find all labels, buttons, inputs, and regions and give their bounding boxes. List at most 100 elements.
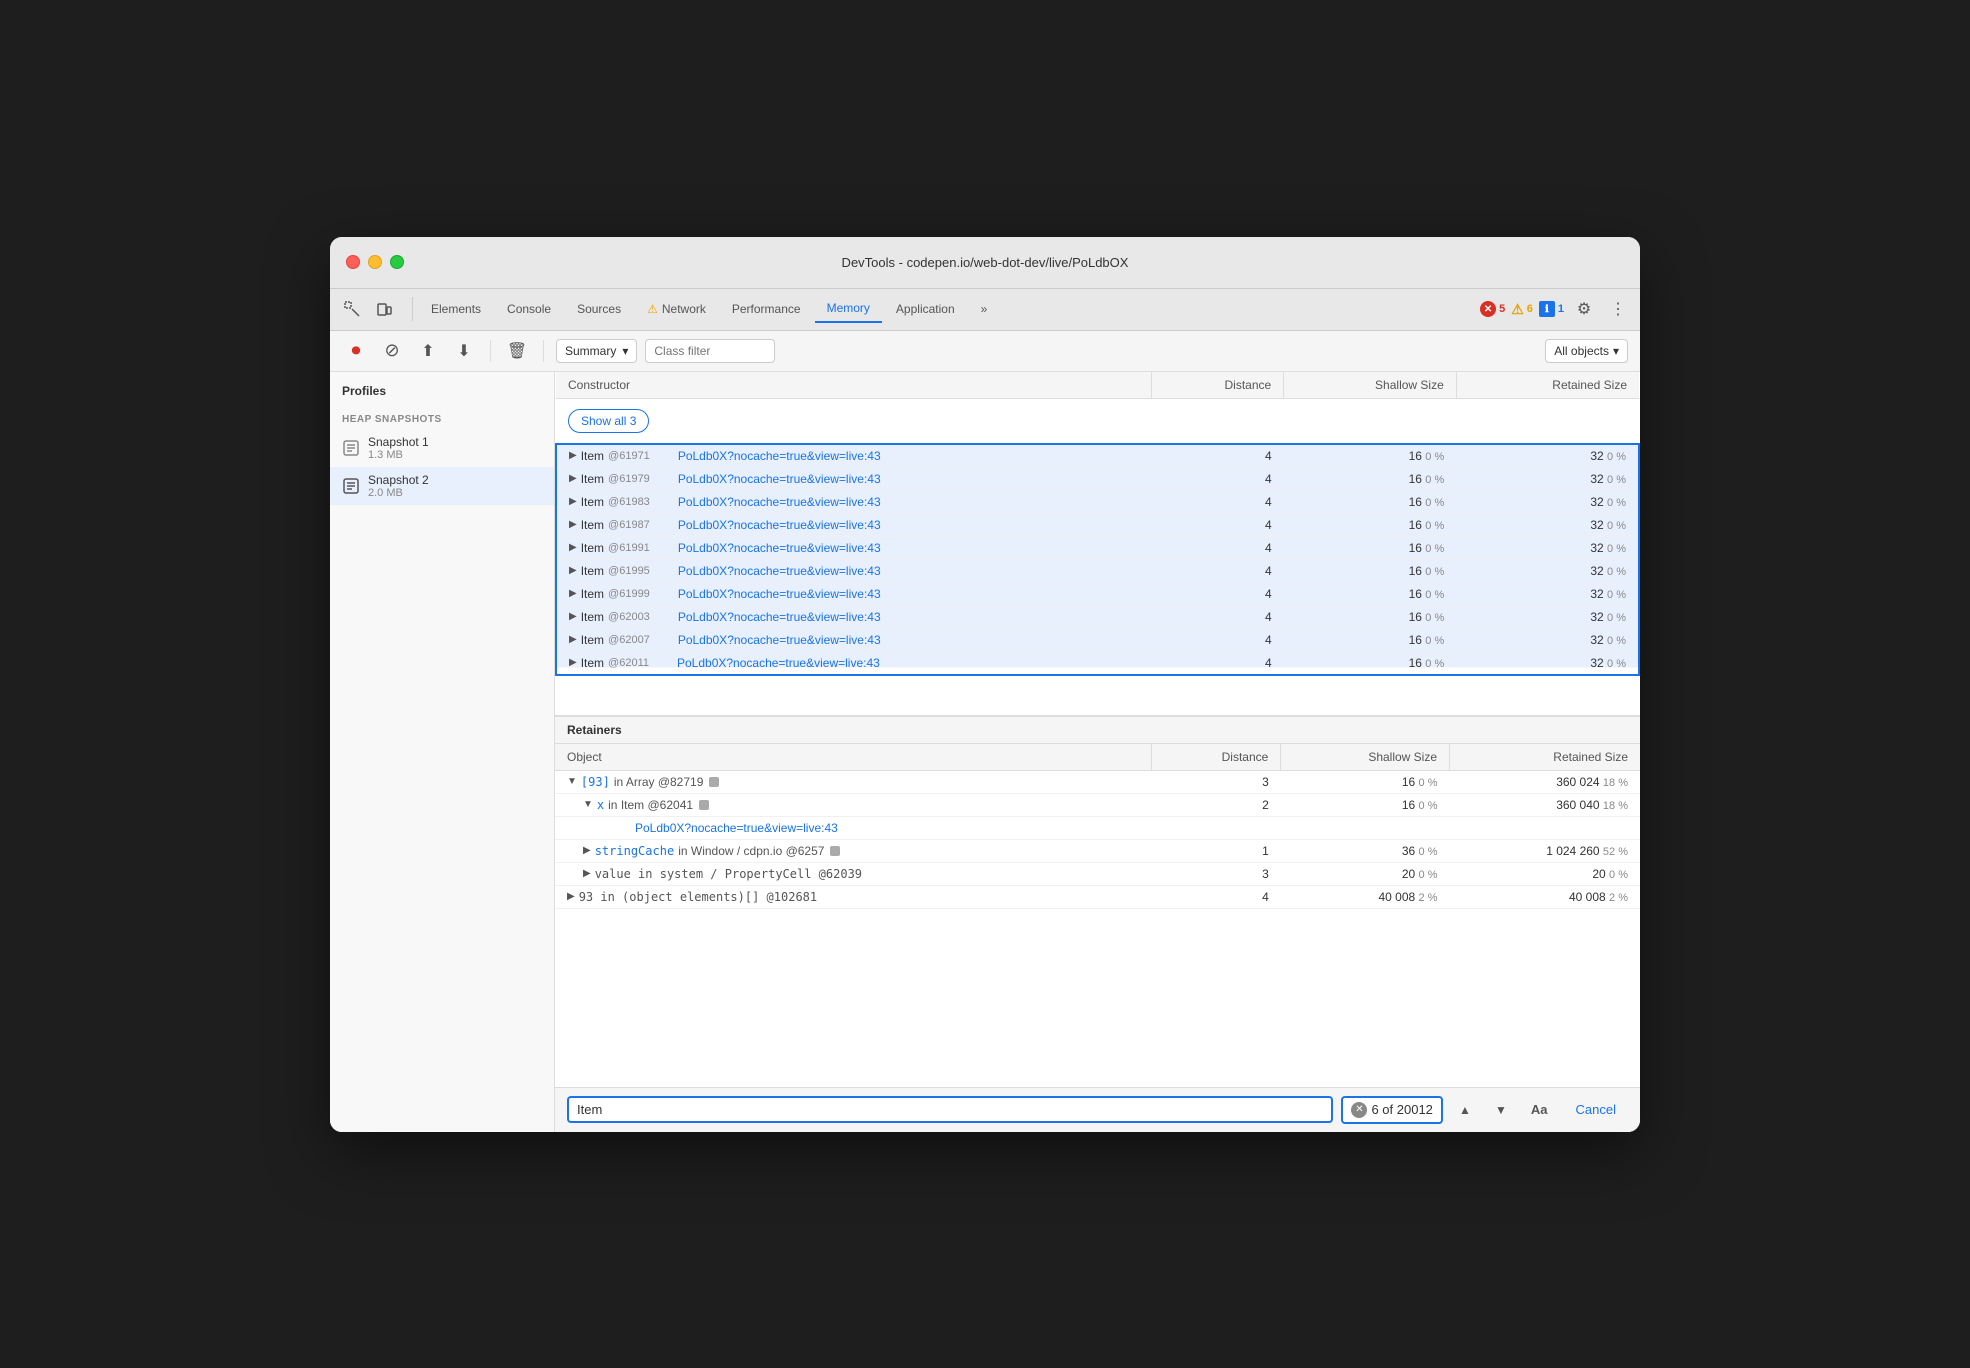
snapshot-2-item[interactable]: Snapshot 2 2.0 MB	[330, 467, 554, 505]
constructor-cell: ▶ Item @61983 PoLdb0X?nocache=true&view=…	[569, 495, 1140, 509]
retainer-row[interactable]: ▶ value in system / PropertyCell @62039 …	[555, 862, 1640, 885]
tab-more[interactable]: »	[969, 296, 1000, 322]
constructor-table-container[interactable]: Constructor Distance Shallow Size Retain…	[555, 372, 1640, 716]
expand-arrow[interactable]: ▶	[569, 473, 577, 484]
error-count: ✕ 5	[1480, 301, 1505, 317]
stop-button[interactable]: ⊘	[378, 337, 406, 365]
constructor-link[interactable]: PoLdb0X?nocache=true&view=live:43	[678, 541, 881, 555]
constructor-link[interactable]: PoLdb0X?nocache=true&view=live:43	[678, 495, 881, 509]
table-row[interactable]: ▶ Item @62003 PoLdb0X?nocache=true&view=…	[556, 605, 1639, 628]
snapshot-icon-2	[342, 477, 360, 495]
expand-arrow[interactable]: ▼	[583, 799, 593, 810]
constructor-link[interactable]: PoLdb0X?nocache=true&view=live:43	[677, 656, 880, 670]
retainer-row[interactable]: ▼ [93] in Array @82719 3 16 0 % 360 024 …	[555, 770, 1640, 793]
snapshot-1-item[interactable]: Snapshot 1 1.3 MB	[330, 429, 554, 467]
device-toggle-button[interactable]	[370, 295, 398, 323]
maximize-button[interactable]	[390, 255, 404, 269]
search-cancel-button[interactable]: Cancel	[1564, 1098, 1628, 1121]
retainers-table-container[interactable]: Object Distance Shallow Size Retained Si…	[555, 744, 1640, 1087]
tab-performance[interactable]: Performance	[720, 296, 813, 322]
table-row[interactable]: ▶ Item @61987 PoLdb0X?nocache=true&view=…	[556, 513, 1639, 536]
constructor-link[interactable]: PoLdb0X?nocache=true&view=live:43	[678, 633, 881, 647]
devtools-window: DevTools - codepen.io/web-dot-dev/live/P…	[330, 237, 1640, 1132]
retainers-table-body: ▼ [93] in Array @82719 3 16 0 % 360 024 …	[555, 770, 1640, 908]
th-retained: Retained Size	[1456, 372, 1639, 399]
tab-application[interactable]: Application	[884, 296, 967, 322]
inline-icon	[830, 846, 840, 856]
search-prev-button[interactable]: ▲	[1451, 1096, 1479, 1124]
constructor-cell: ▶ Item @62011 PoLdb0X?nocache=true&view=…	[569, 656, 1140, 670]
clear-button[interactable]: 🗑	[503, 337, 531, 365]
th-object: Object	[555, 744, 1152, 771]
tab-network[interactable]: ⚠ Network	[635, 296, 718, 322]
th-constructor: Constructor	[556, 372, 1152, 399]
expand-arrow[interactable]: ▶	[569, 519, 577, 530]
constructor-link[interactable]: PoLdb0X?nocache=true&view=live:43	[678, 449, 881, 463]
record-button[interactable]: ⏺	[342, 337, 370, 365]
table-row[interactable]: ▶ Item @62007 PoLdb0X?nocache=true&view=…	[556, 628, 1639, 651]
expand-arrow[interactable]: ▶	[569, 496, 577, 507]
expand-arrow[interactable]: ▶	[569, 565, 577, 576]
distance-cell: 4	[1152, 444, 1284, 468]
expand-arrow[interactable]: ▶	[583, 845, 591, 856]
table-row[interactable]: ▶ Item @61979 PoLdb0X?nocache=true&view=…	[556, 467, 1639, 490]
table-row[interactable]: ▶ Item @61991 PoLdb0X?nocache=true&view=…	[556, 536, 1639, 559]
search-next-button[interactable]: ▼	[1487, 1096, 1515, 1124]
snapshot-2-info: Snapshot 2 2.0 MB	[368, 473, 429, 499]
expand-arrow[interactable]: ▶	[569, 611, 577, 622]
constructor-link[interactable]: PoLdb0X?nocache=true&view=live:43	[678, 472, 881, 486]
retainer-link[interactable]: PoLdb0X?nocache=true&view=live:43	[635, 821, 838, 835]
table-row[interactable]: ▶ Item @62011 PoLdb0X?nocache=true&view=…	[556, 651, 1639, 675]
constructor-link[interactable]: PoLdb0X?nocache=true&view=live:43	[678, 564, 881, 578]
minimize-button[interactable]	[368, 255, 382, 269]
class-filter-input[interactable]	[645, 339, 775, 363]
search-clear-button[interactable]: ✕	[1351, 1102, 1367, 1118]
expand-arrow[interactable]: ▶	[569, 542, 577, 553]
expand-arrow[interactable]: ▶	[583, 868, 591, 879]
retainer-row[interactable]: ▶ stringCache in Window / cdpn.io @6257 …	[555, 839, 1640, 862]
constructor-cell: ▶ Item @62003 PoLdb0X?nocache=true&view=…	[569, 610, 1140, 624]
summary-dropdown-arrow: ▾	[622, 344, 628, 358]
expand-arrow[interactable]: ▶	[569, 450, 577, 461]
match-case-button[interactable]: Aa	[1523, 1098, 1556, 1121]
table-row[interactable]: ▶ Item @61995 PoLdb0X?nocache=true&view=…	[556, 559, 1639, 582]
download-button[interactable]: ⬇	[450, 337, 478, 365]
tab-elements[interactable]: Elements	[419, 296, 493, 322]
table-row[interactable]: ▶ Item @61999 PoLdb0X?nocache=true&view=…	[556, 582, 1639, 605]
close-button[interactable]	[346, 255, 360, 269]
upload-button[interactable]: ⬆	[414, 337, 442, 365]
titlebar: DevTools - codepen.io/web-dot-dev/live/P…	[330, 237, 1640, 289]
expand-arrow[interactable]: ▶	[567, 891, 575, 902]
all-objects-arrow: ▾	[1613, 344, 1619, 358]
summary-dropdown[interactable]: Summary ▾	[556, 339, 637, 363]
retainer-row[interactable]: ▼ x in Item @62041 2 16 0 % 360 040 18 %	[555, 793, 1640, 816]
search-bar: ✕ 6 of 20012 ▲ ▼ Aa Cancel	[555, 1087, 1640, 1132]
search-result-badge: ✕ 6 of 20012	[1341, 1096, 1442, 1124]
more-menu-button[interactable]: ⋮	[1604, 295, 1632, 323]
tab-console[interactable]: Console	[495, 296, 563, 322]
inspect-mode-button[interactable]	[338, 295, 366, 323]
constructor-link[interactable]: PoLdb0X?nocache=true&view=live:43	[678, 587, 881, 601]
all-objects-dropdown[interactable]: All objects ▾	[1545, 339, 1628, 363]
table-row[interactable]: ▶ Item @61983 PoLdb0X?nocache=true&view=…	[556, 490, 1639, 513]
expand-arrow[interactable]: ▶	[569, 588, 577, 599]
constructor-cell: ▶ Item @61991 PoLdb0X?nocache=true&view=…	[569, 541, 1140, 555]
search-input[interactable]	[577, 1102, 1323, 1117]
tab-memory[interactable]: Memory	[815, 295, 882, 323]
constructor-link[interactable]: PoLdb0X?nocache=true&view=live:43	[678, 610, 881, 624]
retainer-row[interactable]: ▶ 93 in (object elements)[] @102681 4 40…	[555, 885, 1640, 908]
expand-arrow[interactable]: ▶	[569, 657, 577, 668]
warning-count: ⚠ 6	[1511, 301, 1533, 318]
table-row[interactable]: ▶ Item @61971 PoLdb0X?nocache=true&view=…	[556, 444, 1639, 468]
window-title: DevTools - codepen.io/web-dot-dev/live/P…	[842, 255, 1129, 270]
constructor-link[interactable]: PoLdb0X?nocache=true&view=live:43	[678, 518, 881, 532]
settings-button[interactable]: ⚙	[1570, 295, 1598, 323]
tab-sources[interactable]: Sources	[565, 296, 633, 322]
expand-arrow[interactable]: ▶	[569, 634, 577, 645]
show-all-button[interactable]: Show all 3	[568, 409, 649, 433]
expand-arrow[interactable]: ▼	[567, 776, 577, 787]
show-all-row: Show all 3	[556, 398, 1639, 444]
profiles-title: Profiles	[330, 384, 554, 406]
search-input-wrapper[interactable]	[567, 1096, 1333, 1123]
retainers-header: Retainers	[555, 716, 1640, 744]
